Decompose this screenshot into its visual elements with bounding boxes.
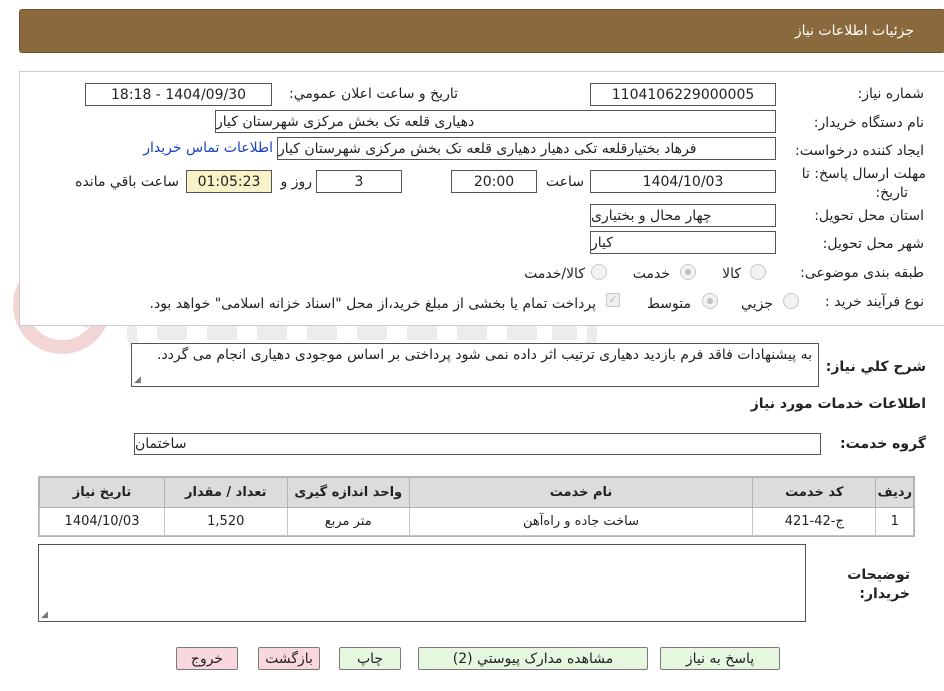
reply-button[interactable]: پاسخ به نیاز — [660, 647, 780, 670]
view-attachments-button[interactable]: مشاهده مدارک پیوستي (2) — [418, 647, 648, 670]
deadline-label-date: تاریخ: — [875, 185, 908, 201]
print-button[interactable]: چاپ — [339, 647, 401, 670]
remaining-days-field: 3 — [316, 170, 402, 193]
category-option-service: خدمت — [632, 266, 670, 282]
category-radio-goods-service[interactable] — [591, 264, 607, 280]
need-number-label: شماره نیاز: — [857, 86, 925, 102]
process-radio-minor[interactable] — [783, 293, 799, 309]
cell-service-name: ساخت جاده و راه‌آهن — [408, 507, 754, 536]
process-label: نوع فرآیند خرید : — [825, 294, 924, 310]
buyer-org-field: دهیاری قلعه تک بخش مرکزی شهرستان کیار — [215, 110, 776, 133]
city-label: شهر محل تحویل: — [822, 236, 924, 252]
city-field: کیار — [590, 231, 776, 254]
category-radio-goods[interactable] — [750, 264, 766, 280]
category-label: طبقه بندی موضوعی: — [800, 265, 924, 281]
process-option-medium: متوسط — [647, 296, 691, 312]
cell-service-code: ج-42-421 — [752, 507, 877, 536]
service-group-label: گروه خدمت: — [840, 436, 926, 452]
requester-field: فرهاد بختیارقلعه تکی دهیار دهیاری قلعه ت… — [277, 137, 776, 160]
resize-grip-icon: ◢ — [134, 375, 141, 385]
treasury-payment-checkbox[interactable]: ✓ — [606, 293, 620, 307]
requester-label: ایجاد کننده درخواست: — [795, 143, 924, 159]
buyer-contact-link[interactable]: اطلاعات تماس خریدار — [143, 140, 273, 156]
deadline-time-label: ساعت — [545, 174, 584, 190]
process-radio-medium[interactable] — [702, 293, 718, 309]
province-label: استان محل تحویل: — [814, 208, 924, 224]
col-service-code: کد خدمت — [752, 477, 877, 508]
buyer-notes-label: توضیحات — [847, 567, 910, 583]
buyer-notes-label-2: خریدار: — [859, 586, 910, 602]
table-row[interactable]: 1 ج-42-421 ساخت جاده و راه‌آهن متر مربع … — [38, 507, 914, 536]
remaining-time-field: 01:05:23 — [186, 170, 272, 193]
remaining-label: ساعت باقي مانده — [75, 174, 179, 190]
cell-row-number: 1 — [875, 507, 914, 536]
treasury-payment-note: پرداخت تمام یا بخشی از مبلغ خرید،از محل … — [149, 296, 596, 312]
deadline-label: مهلت ارسال پاسخ: تا — [801, 166, 926, 182]
col-need-date: تاریخ نیاز — [38, 477, 166, 508]
col-unit: واحد اندازه گیری — [286, 477, 410, 508]
cell-quantity: 1,520 — [164, 507, 288, 536]
process-option-minor: جزيي — [741, 296, 773, 312]
province-field: چهار محال و بختیاری — [590, 204, 776, 227]
description-text: به پیشنهادات فاقد فرم بازدید دهیاری ترتی… — [157, 347, 812, 363]
col-row-number: ردیف — [875, 477, 914, 508]
need-number-field: 1104106229000005 — [590, 83, 776, 106]
days-label: روز و — [280, 174, 313, 190]
col-service-name: نام خدمت — [408, 477, 754, 508]
deadline-date-field: 1404/10/03 — [590, 170, 776, 193]
description-textarea: به پیشنهادات فاقد فرم بازدید دهیاری ترتی… — [131, 343, 819, 387]
back-button[interactable]: بازگشت — [258, 647, 320, 670]
col-quantity: تعداد / مقدار — [164, 477, 288, 508]
resize-grip-icon: ◢ — [41, 610, 48, 620]
services-table: ردیف کد خدمت نام خدمت واحد اندازه گیری ت… — [38, 476, 915, 537]
page-title: جزئیات اطلاعات نیاز — [794, 23, 914, 39]
category-radio-service[interactable] — [680, 264, 696, 280]
services-section-title: اطلاعات خدمات مورد نیاز — [750, 396, 926, 412]
category-option-goods: کالا — [722, 266, 741, 282]
announce-datetime-field: 1404/09/30 - 18:18 — [85, 83, 272, 106]
exit-button[interactable]: خروج — [176, 647, 238, 670]
buyer-org-label: نام دستگاه خریدار: — [813, 115, 924, 131]
announce-label: تاریخ و ساعت اعلان عمومي: — [289, 86, 458, 102]
buyer-notes-textarea[interactable]: ◢ — [38, 544, 806, 622]
page-header: جزئیات اطلاعات نیاز — [19, 9, 944, 53]
cell-unit: متر مربع — [286, 507, 410, 536]
description-label: شرح کلي نیاز: — [825, 359, 926, 375]
cell-need-date: 1404/10/03 — [38, 507, 166, 536]
category-option-goods-service: کالا/خدمت — [524, 266, 585, 282]
service-group-field: ساختمان — [134, 433, 821, 455]
deadline-time-field: 20:00 — [451, 170, 537, 193]
